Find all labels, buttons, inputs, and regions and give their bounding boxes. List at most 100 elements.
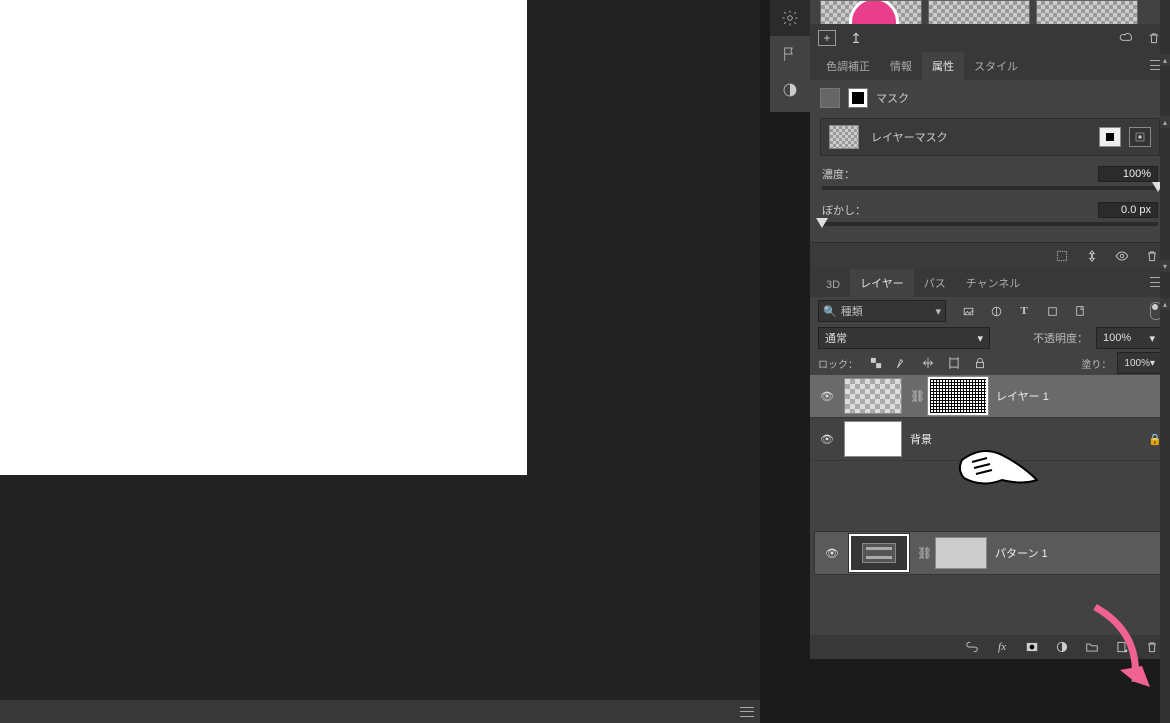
tab-info[interactable]: 情報 [880,52,922,80]
fill-value-select[interactable]: 100% ▾ [1117,352,1162,374]
filter-smart-icon[interactable] [1072,303,1088,319]
filter-shape-icon[interactable] [1044,303,1060,319]
density-slider[interactable]: 濃度： 100% [822,166,1158,190]
density-value[interactable]: 100% [1098,166,1158,182]
link-layers-icon[interactable] [964,639,980,655]
pixel-mask-button[interactable] [1099,127,1121,147]
pattern-fill-thumb[interactable] [935,537,987,569]
lock-label: ロック： [818,356,858,371]
layer-thumb[interactable] [844,378,902,414]
visibility-toggle[interactable]: 👁 [818,433,836,446]
layer-mask-thumb[interactable] [829,125,859,149]
blend-mode-value: 通常 [825,330,847,346]
new-layer-icon[interactable] [1114,639,1130,655]
layer-mask-row: レイヤーマスク [820,118,1160,156]
tab-styles[interactable]: スタイル [964,52,1028,80]
layer-filter-select[interactable]: 🔍 種類 ▾ [818,300,946,322]
properties-tabbar: 色調補正 情報 属性 スタイル [810,52,1170,80]
chevron-down-icon: ▾ [1149,332,1155,345]
layer-row[interactable]: 👁 背景 🔒 [810,418,1170,461]
lock-position-icon[interactable] [920,355,936,371]
layer-name[interactable]: 背景 [910,431,932,447]
layer-thumb[interactable] [844,421,902,457]
opacity-label: 不透明度： [1033,330,1088,346]
mask-mode-icon[interactable] [848,88,868,108]
tab-3d[interactable]: 3D [816,273,850,297]
toggle-visibility-icon[interactable] [1114,248,1130,264]
link-icon[interactable]: ⛓ [917,546,927,560]
feather-value[interactable]: 0.0 px [1098,202,1158,218]
swatch-icon[interactable] [770,72,810,108]
scroll-chevron-down-icon[interactable]: ▾ [1160,260,1170,272]
lock-transparent-icon[interactable] [868,355,884,371]
layer-row[interactable]: 👁 ⛓ レイヤー 1 [810,375,1170,418]
chevron-down-icon: ▾ [977,332,983,345]
status-menu-icon[interactable] [740,707,754,717]
scroll-chevron-up-icon[interactable]: ▴ [1160,116,1170,128]
tab-channels[interactable]: チャンネル [956,269,1031,297]
layer-name[interactable]: レイヤー 1 [996,388,1049,404]
creative-cloud-icon[interactable] [1118,30,1134,46]
invert-icon[interactable] [1084,248,1100,264]
properties-header: マスク [820,88,1160,108]
filter-type-icon[interactable]: T [1016,303,1032,319]
panel-scroll-edge: ▴ ▴ ▾ ▴ [1160,0,1170,723]
tab-layers[interactable]: レイヤー [850,269,914,297]
blend-mode-select[interactable]: 通常 ▾ [818,327,990,349]
chevron-down-icon: ▾ [1150,358,1155,369]
plus-icon[interactable]: + [818,30,836,46]
lock-fill-row: ロック： 塗り： 100% ▾ [810,351,1170,375]
tab-properties[interactable]: 属性 [922,52,964,80]
filter-pixel-icon[interactable] [960,303,976,319]
scroll-chevron-up-icon[interactable]: ▴ [1160,298,1170,310]
new-group-icon[interactable] [1084,639,1100,655]
trash-icon[interactable] [1144,639,1160,655]
pattern-name[interactable]: パターン 1 [995,545,1048,561]
lock-pixels-icon[interactable] [894,355,910,371]
library-item-thumb[interactable] [928,0,1030,26]
opacity-value: 100% [1103,332,1131,344]
fill-value: 100% [1124,358,1150,369]
link-icon[interactable]: ⛓ [910,389,920,403]
filter-adjust-icon[interactable] [988,303,1004,319]
library-actions-bar: + ↥ [810,24,1170,52]
scroll-chevron-up-icon[interactable]: ▴ [1160,54,1170,66]
opacity-value-select[interactable]: 100% ▾ [1096,327,1162,349]
trash-icon[interactable] [1144,248,1160,264]
visibility-toggle[interactable]: 👁 [818,390,836,403]
lock-artboard-icon[interactable] [946,355,962,371]
layer-list: 👁 ⛓ レイヤー 1 👁 背景 🔒 [810,375,1170,461]
tab-color-adjust[interactable]: 色調補正 [816,52,880,80]
lock-all-icon[interactable] [972,355,988,371]
library-item-thumb[interactable] [820,0,922,26]
collapsed-panel-dock [770,0,810,112]
canvas-pasteboard-right [527,0,760,475]
mask-from-selection-icon[interactable] [1054,248,1070,264]
layer-list-empty [810,575,1170,635]
feather-slider[interactable]: ぼかし： 0.0 px [822,202,1158,226]
layers-tabbar: 3D レイヤー パス チャンネル [810,269,1170,297]
layer-mask-thumb[interactable] [928,377,988,415]
tab-paths[interactable]: パス [914,269,956,297]
fx-icon[interactable]: fx [994,639,1010,655]
pattern-layer-row[interactable]: 👁 ⛓ パターン 1 [814,531,1166,575]
fill-label: 塗り： [1081,356,1111,371]
filter-label: 種類 [841,303,863,319]
layer-list-empty [810,461,1170,531]
density-label: 濃度： [822,166,855,182]
right-panel-column: + ↥ 色調補正 情報 属性 スタイル マスク レイヤーマスク [810,0,1170,723]
vector-mask-button[interactable] [1129,127,1151,147]
pixel-mask-icon [820,88,840,108]
chevron-down-icon: ▾ [935,305,941,318]
search-icon: 🔍 [823,305,837,318]
mask-label: マスク [876,90,909,106]
add-mask-icon[interactable] [1024,639,1040,655]
upload-icon[interactable]: ↥ [848,30,864,46]
pattern-source-thumb[interactable] [849,534,909,572]
flag-icon[interactable] [770,36,810,72]
visibility-toggle[interactable]: 👁 [823,547,841,560]
gear-icon[interactable] [770,0,810,36]
document-canvas[interactable] [0,0,527,475]
library-item-thumb[interactable] [1036,0,1138,26]
adjustment-layer-icon[interactable] [1054,639,1070,655]
